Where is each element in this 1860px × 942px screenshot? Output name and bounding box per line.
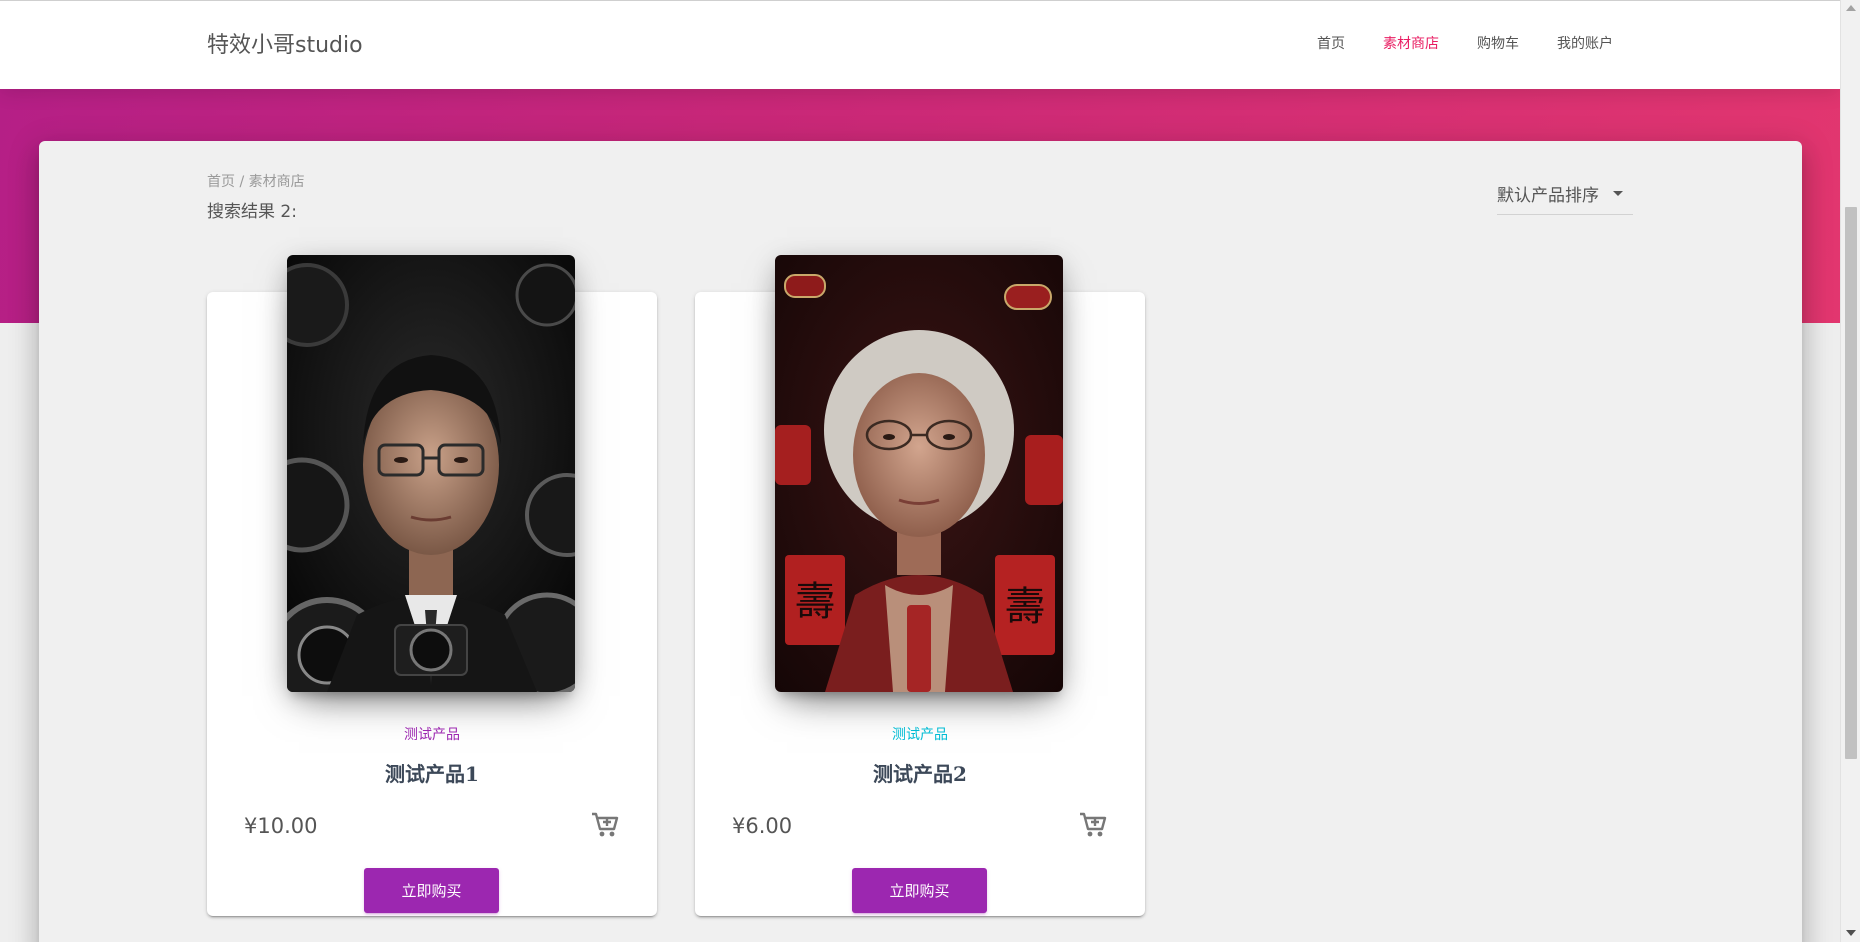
product-category[interactable]: 测试产品 bbox=[207, 724, 657, 744]
caret-down-icon bbox=[1613, 191, 1623, 196]
nav-shop-link[interactable]: 素材商店 bbox=[1364, 35, 1458, 53]
breadcrumb: 首页 / 素材商店 bbox=[207, 171, 305, 191]
breadcrumb-home-link[interactable]: 首页 bbox=[207, 174, 235, 190]
product-price: ¥10.00 bbox=[244, 814, 318, 838]
add-to-cart-icon[interactable] bbox=[591, 812, 619, 838]
product-card: 壽 壽 测试产品 测试产品2 ¥6.00 立即购买 bbox=[695, 255, 1145, 916]
nav-home-link[interactable]: 首页 bbox=[1298, 35, 1364, 53]
svg-text:壽: 壽 bbox=[795, 579, 835, 625]
main-nav: 首页 素材商店 购物车 我的账户 bbox=[1298, 35, 1613, 53]
vertical-scrollbar[interactable] bbox=[1840, 0, 1860, 942]
product-image-link[interactable] bbox=[287, 255, 575, 692]
nav-account-link[interactable]: 我的账户 bbox=[1538, 35, 1613, 53]
buy-now-button[interactable]: 立即购买 bbox=[364, 868, 499, 913]
breadcrumb-current: 素材商店 bbox=[248, 174, 305, 190]
scroll-down-arrow-icon[interactable] bbox=[1846, 930, 1856, 936]
product-category[interactable]: 测试产品 bbox=[695, 724, 1145, 744]
product-price: ¥6.00 bbox=[732, 814, 793, 838]
product-card: 测试产品 测试产品1 ¥10.00 立即购买 bbox=[207, 255, 657, 916]
product-title[interactable]: 测试产品2 bbox=[695, 758, 1145, 787]
sort-selected-value: 默认产品排序 bbox=[1497, 186, 1599, 206]
product-title[interactable]: 测试产品1 bbox=[207, 758, 657, 787]
search-results-count: 搜索结果 2: bbox=[207, 202, 297, 222]
nav-cart-link[interactable]: 购物车 bbox=[1458, 35, 1538, 53]
page-viewport: 特效小哥studio 首页 素材商店 购物车 我的账户 首页 / 素材商店 搜索… bbox=[0, 0, 1840, 942]
portrait-man-cameras-image bbox=[287, 255, 575, 692]
scrollbar-thumb[interactable] bbox=[1845, 207, 1857, 759]
shop-main-panel: 首页 / 素材商店 搜索结果 2: 默认产品排序 测试产品 测试产品1 ¥10.… bbox=[39, 141, 1802, 942]
portrait-elderly-woman-red-image: 壽 壽 bbox=[775, 255, 1063, 692]
brand-logo-link[interactable]: 特效小哥studio bbox=[207, 27, 363, 59]
sort-order-select[interactable]: 默认产品排序 bbox=[1497, 179, 1633, 215]
breadcrumb-separator: / bbox=[235, 174, 249, 190]
add-to-cart-icon[interactable] bbox=[1079, 812, 1107, 838]
svg-text:壽: 壽 bbox=[1005, 584, 1045, 630]
top-navbar: 特效小哥studio 首页 素材商店 购物车 我的账户 bbox=[0, 0, 1840, 89]
product-image-link[interactable]: 壽 壽 bbox=[775, 255, 1063, 692]
buy-now-button[interactable]: 立即购买 bbox=[852, 868, 987, 913]
scroll-up-arrow-icon[interactable] bbox=[1846, 5, 1856, 11]
